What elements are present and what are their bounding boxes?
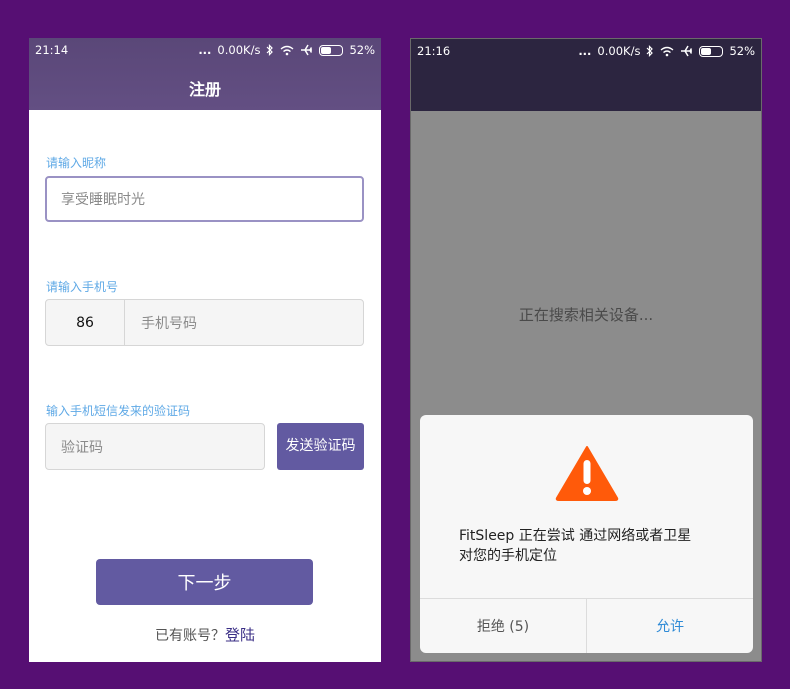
dialog-actions: 拒绝 (5) 允许 xyxy=(420,598,753,653)
code-placeholder: 验证码 xyxy=(61,439,103,456)
next-step-button[interactable]: 下一步 xyxy=(96,559,313,605)
status-bar: 21:16 ... 0.00K/s 52% xyxy=(411,39,761,63)
bluetooth-icon xyxy=(646,45,654,57)
country-code-selector[interactable]: 86 xyxy=(46,300,125,345)
allow-button[interactable]: 允许 xyxy=(587,599,753,653)
wifi-icon xyxy=(660,46,674,57)
bluetooth-icon xyxy=(266,44,274,56)
network-speed: 0.00K/s xyxy=(217,43,261,57)
searching-status-text: 正在搜索相关设备... xyxy=(518,306,654,324)
battery-percent: 52% xyxy=(349,43,375,57)
status-bar: 21:14 ... 0.00K/s 52% xyxy=(29,38,381,62)
more-dots: ... xyxy=(198,43,212,57)
login-link[interactable]: 登陆 xyxy=(225,626,255,644)
login-prefix-text: 已有账号？ xyxy=(154,628,225,644)
battery-icon xyxy=(319,44,344,56)
nickname-label: 请输入昵称 xyxy=(46,156,107,170)
dialog-message: FitSleep 正在尝试 通过网络或者卫星 对您的手机定位 xyxy=(459,526,729,566)
deny-button[interactable]: 拒绝 (5) xyxy=(420,599,587,653)
page-title: 注册 xyxy=(188,80,221,99)
registration-screen: 21:14 ... 0.00K/s 52% 注册 请输入昵称 享受睡眠时光 请输… xyxy=(29,38,381,662)
code-label: 输入手机短信发来的验证码 xyxy=(46,404,191,418)
airplane-icon xyxy=(680,45,693,57)
status-time: 21:16 xyxy=(417,44,451,58)
location-permission-dialog: FitSleep 正在尝试 通过网络或者卫星 对您的手机定位 拒绝 (5) 允许 xyxy=(420,415,753,653)
battery-percent: 52% xyxy=(729,44,755,58)
verification-code-input[interactable]: 验证码 xyxy=(45,423,265,470)
phone-number-input[interactable]: 手机号码 xyxy=(125,300,197,345)
airplane-icon xyxy=(300,44,313,56)
wifi-icon xyxy=(280,45,294,56)
more-dots: ... xyxy=(578,44,592,58)
status-time: 21:14 xyxy=(35,43,69,57)
device-search-screen: 21:16 ... 0.00K/s 52% 正在搜索相关设备... FitSle… xyxy=(410,38,762,662)
warning-icon xyxy=(555,446,619,501)
nickname-input[interactable]: 享受睡眠时光 xyxy=(45,176,364,222)
send-code-button[interactable]: 发送验证码 xyxy=(277,423,364,470)
phone-field: 86 手机号码 xyxy=(45,299,364,346)
nickname-value: 享受睡眠时光 xyxy=(61,192,145,208)
dialog-message-line1: FitSleep 正在尝试 通过网络或者卫星 xyxy=(459,528,692,544)
phone-label: 请输入手机号 xyxy=(46,280,119,294)
dialog-message-line2: 对您的手机定位 xyxy=(459,548,557,564)
login-prompt: 已有账号？登陆 xyxy=(29,624,381,645)
network-speed: 0.00K/s xyxy=(597,44,641,58)
battery-icon xyxy=(699,45,724,57)
